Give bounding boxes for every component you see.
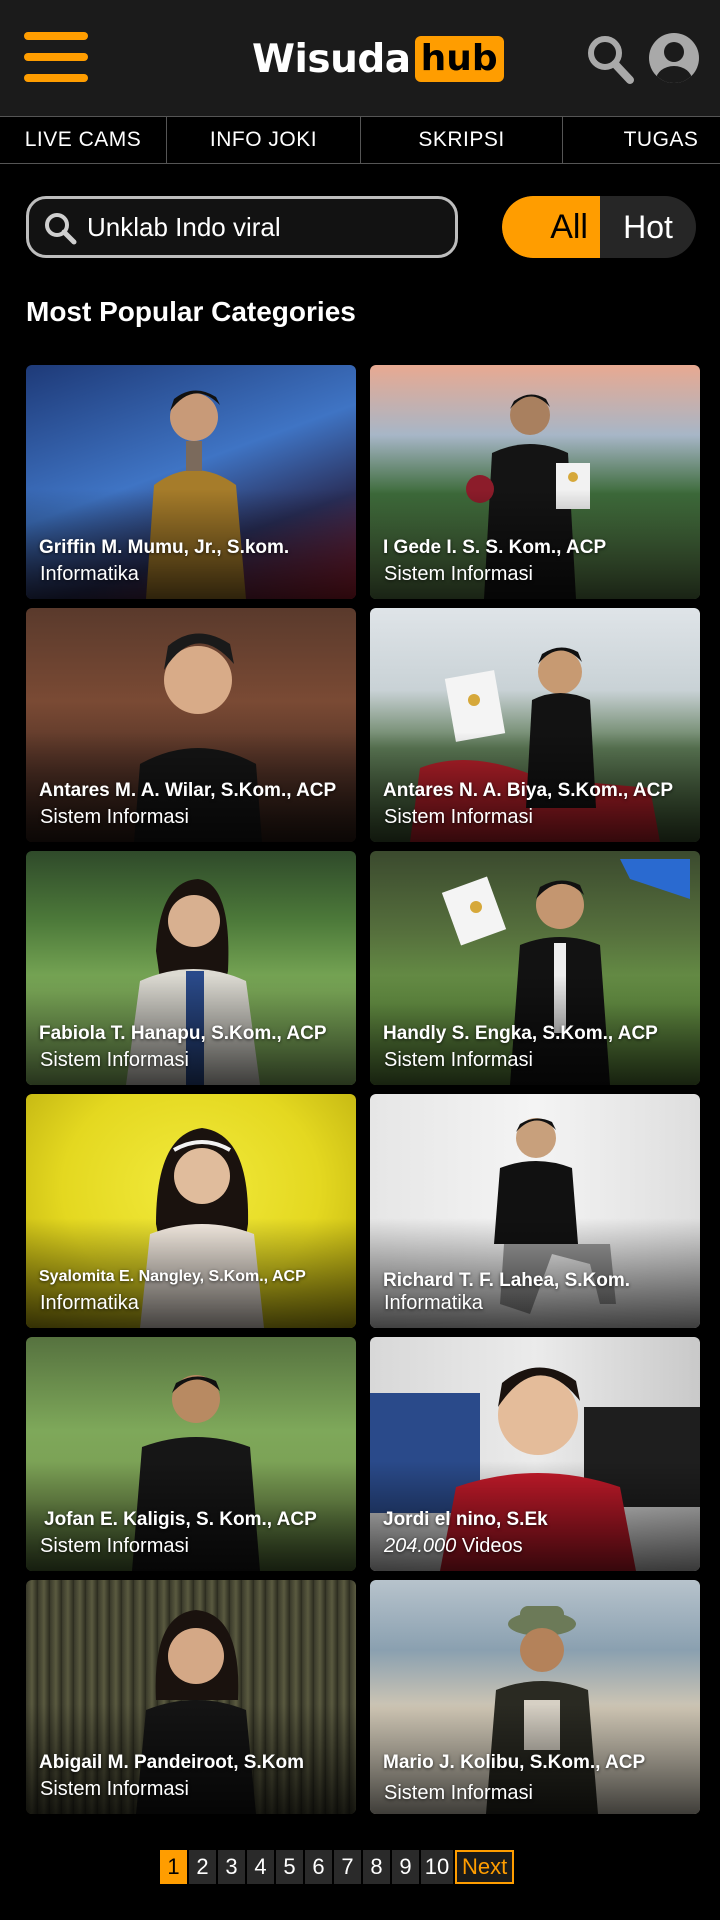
card-subtitle: Sistem Informasi	[384, 1049, 533, 1071]
filter-hot-button[interactable]: Hot	[600, 196, 696, 258]
filter-all-button[interactable]: All	[502, 196, 600, 258]
card-subtitle: Sistem Informasi	[40, 1778, 189, 1800]
card-subtitle: Informatika	[384, 1292, 483, 1314]
search-icon	[45, 213, 77, 245]
card-subtitle: Sistem Informasi	[40, 806, 189, 828]
page-6-button[interactable]: 6	[305, 1850, 332, 1884]
category-card[interactable]: Abigail M. Pandeiroot, S.Kom Sistem Info…	[26, 1580, 356, 1814]
page-7-button[interactable]: 7	[334, 1850, 361, 1884]
card-title: Richard T. F. Lahea, S.Kom.	[383, 1270, 631, 1291]
next-page-button[interactable]: Next	[455, 1850, 515, 1884]
tab-tugas[interactable]: TUGAS	[563, 117, 720, 163]
category-card[interactable]: Syalomita E. Nangley, S.Kom., ACP Inform…	[26, 1094, 356, 1328]
card-subtitle: Informatika	[40, 563, 139, 585]
card-title: Mario J. Kolibu, S.Kom., ACP	[383, 1752, 646, 1773]
card-subtitle: Sistem Informasi	[384, 1782, 533, 1804]
search-bar	[26, 196, 458, 258]
section-title: Most Popular Categories	[26, 296, 356, 327]
tab-skripsi[interactable]: SKRIPSI	[361, 117, 562, 163]
menu-icon[interactable]	[24, 32, 90, 82]
category-card[interactable]: Mario J. Kolibu, S.Kom., ACP Sistem Info…	[370, 1580, 700, 1814]
pagination: 1 2 3 4 5 6 7 8 9 10 Next	[160, 1850, 515, 1884]
category-card[interactable]: Richard T. F. Lahea, S.Kom. Informatika	[370, 1094, 700, 1328]
site-logo[interactable]: Wisuda hub	[252, 36, 504, 82]
card-title: Antares N. A. Biya, S.Kom., ACP	[383, 780, 673, 801]
category-card[interactable]: Handly S. Engka, S.Kom., ACP Sistem Info…	[370, 851, 700, 1085]
category-card[interactable]: I Gede I. S. S. Kom., ACP Sistem Informa…	[370, 365, 700, 599]
video-count: 204.000	[384, 1535, 457, 1557]
top-header: Wisuda hub	[0, 0, 720, 116]
category-card[interactable]: Antares M. A. Wilar, S.Kom., ACP Sistem …	[26, 608, 356, 842]
card-title: Fabiola T. Hanapu, S.Kom., ACP	[39, 1023, 327, 1044]
card-title: Jofan E. Kaligis, S. Kom., ACP	[44, 1509, 317, 1530]
card-subtitle: Informatika	[40, 1292, 139, 1314]
card-subtitle: 204.000 Videos	[384, 1535, 523, 1558]
tab-live-cams[interactable]: LIVE CAMS	[0, 117, 166, 163]
page-8-button[interactable]: 8	[363, 1850, 390, 1884]
page-1-button[interactable]: 1	[160, 1850, 187, 1884]
category-card[interactable]: Jofan E. Kaligis, S. Kom., ACP Sistem In…	[26, 1337, 356, 1571]
category-card[interactable]: Fabiola T. Hanapu, S.Kom., ACP Sistem In…	[26, 851, 356, 1085]
category-card[interactable]: Antares N. A. Biya, S.Kom., ACP Sistem I…	[370, 608, 700, 842]
card-title: Griffin M. Mumu, Jr., S.kom.	[39, 537, 290, 558]
card-subtitle: Sistem Informasi	[40, 1049, 189, 1071]
page-5-button[interactable]: 5	[276, 1850, 303, 1884]
category-card[interactable]: Jordi el nino, S.Ek 204.000 Videos	[370, 1337, 700, 1571]
user-icon[interactable]	[648, 32, 700, 84]
page-2-button[interactable]: 2	[189, 1850, 216, 1884]
logo-text: Wisuda	[252, 36, 411, 82]
card-subtitle: Sistem Informasi	[40, 1535, 189, 1557]
video-suffix: Videos	[456, 1535, 523, 1557]
card-title: Handly S. Engka, S.Kom., ACP	[383, 1023, 658, 1044]
card-title: I Gede I. S. S. Kom., ACP	[383, 537, 607, 558]
search-input[interactable]	[87, 205, 437, 249]
tab-info-joki[interactable]: INFO JOKI	[167, 117, 360, 163]
filter-toggle: All Hot	[502, 196, 696, 258]
card-title: Syalomita E. Nangley, S.Kom., ACP	[39, 1268, 306, 1285]
category-nav: LIVE CAMS INFO JOKI SKRIPSI TUGAS	[0, 116, 720, 164]
page-10-button[interactable]: 10	[421, 1850, 453, 1884]
category-card[interactable]: Griffin M. Mumu, Jr., S.kom. Informatika	[26, 365, 356, 599]
card-title: Abigail M. Pandeiroot, S.Kom	[39, 1752, 304, 1773]
search-icon[interactable]	[586, 34, 634, 84]
page-3-button[interactable]: 3	[218, 1850, 245, 1884]
card-title: Jordi el nino, S.Ek	[383, 1509, 548, 1530]
logo-badge: hub	[414, 36, 504, 82]
card-subtitle: Sistem Informasi	[384, 563, 533, 585]
card-subtitle: Sistem Informasi	[384, 806, 533, 828]
page-9-button[interactable]: 9	[392, 1850, 419, 1884]
page-4-button[interactable]: 4	[247, 1850, 274, 1884]
card-title: Antares M. A. Wilar, S.Kom., ACP	[39, 780, 337, 801]
